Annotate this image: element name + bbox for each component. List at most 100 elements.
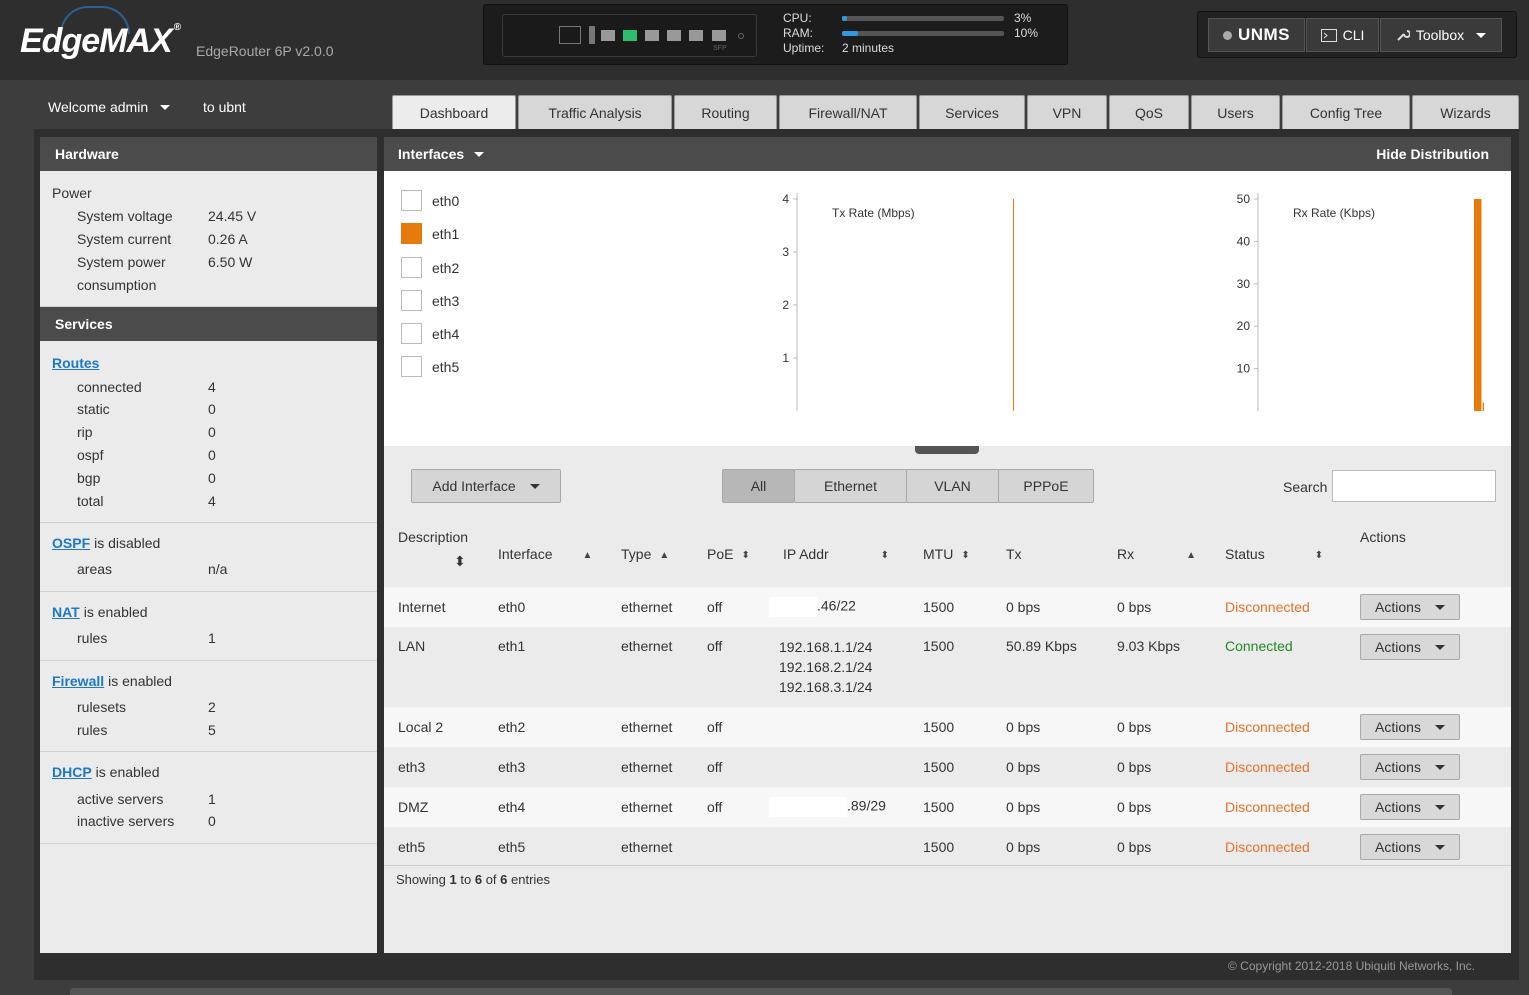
- interfaces-title-group[interactable]: Interfaces: [398, 146, 485, 162]
- col-tx[interactable]: Tx: [992, 521, 1103, 587]
- col-type[interactable]: Type ▲: [607, 521, 693, 587]
- tab-vpn[interactable]: VPN: [1027, 95, 1107, 129]
- actions-button[interactable]: Actions: [1360, 714, 1460, 740]
- chevron-down-icon: [1434, 604, 1445, 610]
- checkbox[interactable]: [401, 290, 422, 311]
- col-interface[interactable]: Interface ▲: [484, 521, 607, 587]
- actions-button[interactable]: Actions: [1360, 834, 1460, 860]
- cell-type: ethernet: [607, 587, 693, 627]
- routes-link[interactable]: Routes: [52, 355, 99, 371]
- checkbox[interactable]: [401, 323, 422, 344]
- tab-users[interactable]: Users: [1191, 95, 1280, 129]
- cpu-value: 3%: [1014, 11, 1032, 25]
- legend-label: eth2: [432, 259, 460, 276]
- chart-bar: [1013, 199, 1014, 411]
- legend-item-eth0[interactable]: eth0: [401, 190, 459, 211]
- hide-distribution-button[interactable]: Hide Distribution: [1376, 146, 1489, 162]
- cell-rx: 9.03 Kbps: [1103, 627, 1211, 707]
- table-row: DMZ eth4 ethernet off .89/29 1500 0 bps …: [384, 787, 1511, 827]
- firewall-link[interactable]: Firewall: [52, 673, 104, 689]
- distribution-charts: eth0 eth1 eth2 eth3 eth4 eth5 1 2 3 4 Tx Rat…: [384, 171, 1511, 446]
- legend-label: eth5: [432, 358, 460, 375]
- top-bar: EdgeMAX ® EdgeRouter 6P v2.0.0 SFP CPU: R…: [0, 0, 1529, 80]
- console-port-icon: [559, 26, 581, 44]
- legend-item-eth5[interactable]: eth5: [401, 356, 459, 377]
- logout-link[interactable]: to ubnt: [203, 99, 246, 115]
- system-status-box: SFP CPU: RAM: Uptime: 3% 10% 2 minutes: [483, 4, 1068, 65]
- dhcp-link[interactable]: DHCP: [52, 764, 92, 780]
- port-diagram: SFP: [502, 14, 757, 57]
- legend-label: eth4: [432, 325, 460, 342]
- sort-icon: ⬍: [454, 553, 466, 569]
- ospf-link[interactable]: OSPF: [52, 535, 90, 551]
- firewall-section: Firewall is enabled rulesets 2 rules 5: [40, 661, 377, 753]
- unms-button[interactable]: UNMS: [1208, 18, 1305, 52]
- checkbox[interactable]: [401, 257, 422, 278]
- tab-qos[interactable]: QoS: [1109, 95, 1189, 129]
- table-row: eth5 eth5 ethernet 1500 0 bps 0 bps Disc…: [384, 827, 1511, 867]
- chevron-down-icon: [1434, 724, 1445, 730]
- col-rx[interactable]: Rx ▲: [1103, 521, 1211, 587]
- col-ip-addr[interactable]: IP Addr ⬍: [769, 521, 909, 587]
- checkbox[interactable]: [401, 190, 422, 211]
- cell-actions: Actions: [1346, 747, 1511, 787]
- actions-button[interactable]: Actions: [1360, 634, 1460, 660]
- legend-item-eth2[interactable]: eth2: [401, 257, 459, 278]
- cell-interface: eth4: [484, 787, 607, 827]
- filter-pppoe-button[interactable]: PPPoE: [998, 469, 1094, 503]
- ram-bar-fill: [842, 31, 859, 36]
- sort-icon: ⬍: [880, 549, 890, 561]
- chevron-down-icon: [160, 104, 171, 110]
- cli-label: CLI: [1342, 27, 1365, 43]
- cell-tx: 0 bps: [992, 787, 1103, 827]
- ospf-section: OSPF is disabled areas n/a: [40, 523, 377, 592]
- services-header: Services: [40, 307, 377, 342]
- tab-traffic-analysis[interactable]: Traffic Analysis: [518, 95, 672, 129]
- filter-ethernet-button[interactable]: Ethernet: [794, 469, 907, 503]
- tab-wizards[interactable]: Wizards: [1412, 95, 1519, 129]
- power-title: Power: [52, 185, 92, 201]
- tab-firewall-nat[interactable]: Firewall/NAT: [779, 95, 917, 129]
- legend-item-eth1[interactable]: eth1: [401, 223, 459, 244]
- tab-routing[interactable]: Routing: [674, 95, 777, 129]
- cell-ip-addr: [769, 827, 909, 867]
- cell-interface: eth3: [484, 747, 607, 787]
- col-description[interactable]: Description ⬍: [384, 521, 484, 587]
- nat-link[interactable]: NAT: [52, 604, 80, 620]
- interfaces-title: Interfaces: [398, 146, 465, 162]
- filter-vlan-button[interactable]: VLAN: [906, 469, 999, 503]
- col-status[interactable]: Status ⬍: [1211, 521, 1346, 587]
- col-mtu[interactable]: MTU ⬍: [909, 521, 992, 587]
- cell-status: Disconnected: [1211, 827, 1346, 867]
- cell-mtu: 1500: [909, 747, 992, 787]
- toolbox-button[interactable]: Toolbox: [1380, 18, 1502, 52]
- add-interface-button[interactable]: Add Interface: [411, 469, 561, 503]
- actions-button[interactable]: Actions: [1360, 594, 1460, 620]
- legend-item-eth3[interactable]: eth3: [401, 290, 459, 311]
- legend-item-eth4[interactable]: eth4: [401, 323, 459, 344]
- checkbox[interactable]: [401, 223, 422, 244]
- checkbox[interactable]: [401, 356, 422, 377]
- tab-config-tree[interactable]: Config Tree: [1282, 95, 1410, 129]
- col-poe[interactable]: PoE ⬍: [693, 521, 769, 587]
- legend-label: eth0: [432, 192, 460, 209]
- cli-button[interactable]: CLI: [1306, 18, 1379, 52]
- tab-services[interactable]: Services: [919, 95, 1025, 129]
- cell-ip-addr: [769, 747, 909, 787]
- cell-mtu: 1500: [909, 707, 992, 747]
- user-menu[interactable]: Welcome admin: [48, 99, 171, 115]
- nat-title: NAT is enabled: [52, 603, 148, 620]
- uptime-value: 2 minutes: [842, 41, 895, 55]
- legend-label: eth3: [432, 292, 460, 309]
- cell-actions: Actions: [1346, 827, 1511, 867]
- cell-status: Disconnected: [1211, 787, 1346, 827]
- tab-dashboard[interactable]: Dashboard: [392, 95, 516, 129]
- filter-all-button[interactable]: All: [722, 469, 795, 503]
- y-tick-label: 50: [1237, 192, 1251, 206]
- cell-interface: eth1: [484, 627, 607, 707]
- actions-button[interactable]: Actions: [1360, 794, 1460, 820]
- cpu-label: CPU:: [783, 11, 812, 25]
- resize-handle[interactable]: [915, 446, 979, 454]
- search-input[interactable]: [1332, 470, 1496, 502]
- actions-button[interactable]: Actions: [1360, 754, 1460, 780]
